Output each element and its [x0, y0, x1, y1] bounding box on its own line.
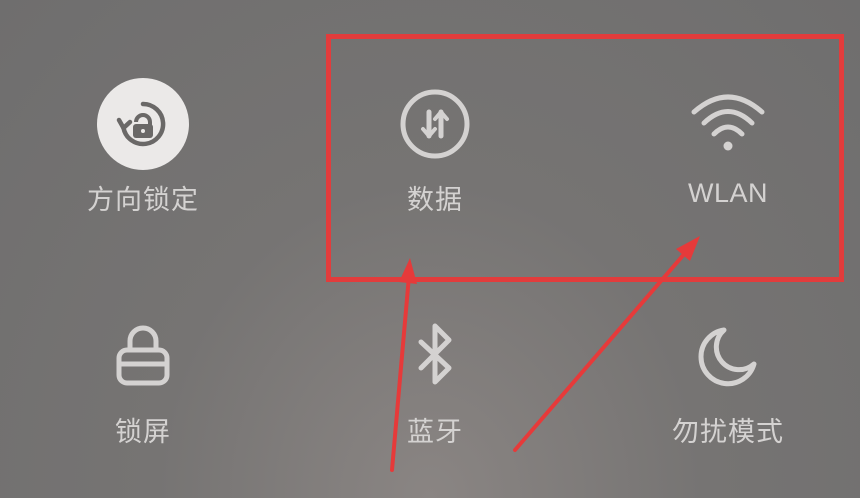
wifi-icon[interactable]	[680, 76, 776, 172]
tile-label: WLAN	[687, 178, 768, 208]
tile-wlan[interactable]: WLAN	[628, 76, 828, 209]
tile-mobile-data[interactable]: 数据	[335, 76, 535, 217]
padlock-icon[interactable]	[95, 308, 191, 404]
tile-label: 方向锁定	[87, 185, 199, 216]
moon-icon[interactable]	[680, 308, 776, 404]
mobile-data-icon[interactable]	[387, 76, 483, 172]
tile-label: 锁屏	[115, 417, 171, 448]
tile-label: 数据	[407, 185, 463, 216]
bluetooth-icon[interactable]	[387, 308, 483, 404]
rotation-lock-icon[interactable]	[95, 76, 191, 172]
tile-label: 蓝牙	[407, 417, 463, 448]
tile-rotation-lock[interactable]: 方向锁定	[43, 76, 243, 217]
tile-lock-screen[interactable]: 锁屏	[43, 308, 243, 449]
tile-bluetooth[interactable]: 蓝牙	[335, 308, 535, 449]
tile-do-not-disturb[interactable]: 勿扰模式	[628, 308, 828, 449]
tile-label: 勿扰模式	[672, 417, 784, 448]
